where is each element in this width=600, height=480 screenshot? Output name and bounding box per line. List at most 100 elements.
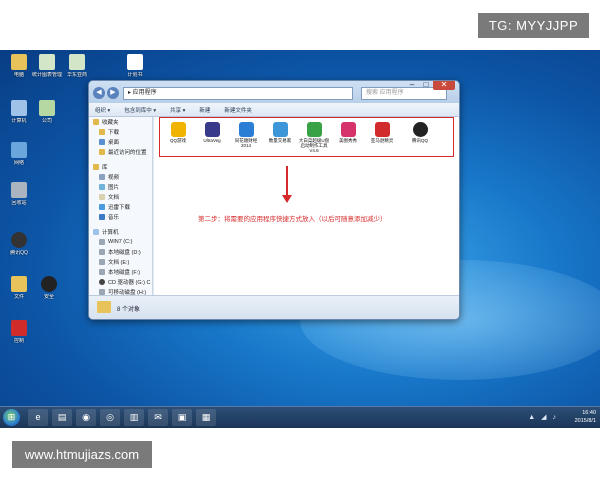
desktop-icon[interactable]: 腾讯QQ [4, 232, 34, 272]
taskbar-app-icon[interactable]: ▣ [172, 409, 192, 426]
desktop-icon[interactable]: 公司 [32, 100, 62, 140]
drive-icon [99, 239, 105, 245]
annotation-arrow [286, 166, 288, 196]
file-item[interactable]: 数量交易家 [264, 122, 296, 143]
nav-item[interactable]: 最近访问的位置 [89, 147, 152, 157]
nav-item[interactable]: 桌面 [89, 137, 152, 147]
document-icon [99, 194, 105, 200]
taskbar: ⊞ e ▤ ◉ ◎ ▥ ✉ ▣ ▦ ▲ ◢ ♪ 16:40 2015/8/1 [0, 406, 600, 428]
download-icon [99, 204, 105, 210]
desktop: 电脑 统计图表管理 华东亚商 计划书 计算机 公司 网络 回收站 腾讯QQ 文件… [0, 50, 600, 428]
nav-item[interactable]: 文档 (E:) [89, 257, 152, 267]
organize-button[interactable]: 组织 ▾ [95, 106, 110, 114]
taskbar-explorer-icon[interactable]: ▤ [52, 409, 72, 426]
desktop-icon[interactable]: 文件 [4, 276, 34, 316]
document-icon [69, 54, 85, 70]
app-icon [272, 122, 288, 137]
app-icon [204, 122, 220, 137]
new-folder-button[interactable]: 新建文件夹 [224, 106, 252, 114]
file-item[interactable]: 腾讯QQ [404, 122, 436, 143]
music-icon [99, 214, 105, 220]
picture-icon [99, 184, 105, 190]
desktop-icon[interactable]: 统计图表管理 [32, 54, 62, 94]
nav-item[interactable]: 本地磁盘 (D:) [89, 247, 152, 257]
nav-item[interactable]: 下载 [89, 127, 152, 137]
maximize-button[interactable]: □ [419, 81, 433, 90]
nav-item[interactable]: WIN7 (C:) [89, 237, 152, 247]
folder-icon [97, 301, 111, 313]
annotation-arrowhead [282, 195, 292, 203]
new-button[interactable]: 新建 [199, 106, 210, 114]
file-item[interactable]: 大白菜超级U盘启动制作工具V4.6 [298, 122, 330, 153]
app-icon [306, 122, 322, 137]
document-icon [127, 54, 143, 70]
watermark-bottom: www.htmujiazs.com [12, 441, 152, 468]
star-icon [93, 119, 99, 125]
nav-item[interactable]: 图片 [89, 182, 152, 192]
system-tray-icons[interactable]: ▲ ◢ ♪ [528, 413, 558, 421]
share-button[interactable]: 共享 ▾ [170, 106, 185, 114]
include-in-library-button[interactable]: 包含到库中 ▾ [124, 106, 156, 114]
command-bar: 组织 ▾ 包含到库中 ▾ 共享 ▾ 新建 新建文件夹 [89, 103, 459, 117]
clock[interactable]: 16:40 2015/8/1 [575, 409, 596, 425]
file-item[interactable]: 美图秀秀 [332, 122, 364, 143]
close-button[interactable]: ✕ [433, 81, 455, 90]
desktop-icon[interactable]: 电脑 [4, 54, 34, 94]
nav-item[interactable]: 视频 [89, 172, 152, 182]
taskbar-firefox-icon[interactable]: ◉ [76, 409, 96, 426]
taskbar-ie-icon[interactable]: e [28, 409, 48, 426]
desktop-icon[interactable]: 安全 [34, 276, 64, 316]
desktop-icon[interactable]: 回收站 [4, 182, 34, 222]
file-list: QQ游戏 UltraVeg 同花顺财经2014 数量交易家 大白菜超级U盘启动制… [154, 117, 459, 301]
desktop-icon[interactable]: 控制 [4, 320, 34, 360]
document-icon [39, 100, 55, 116]
desktop-icon[interactable]: 计算机 [4, 100, 34, 140]
nav-item[interactable]: 迅雷下载 [89, 202, 152, 212]
taskbar-app-icon[interactable]: ▦ [196, 409, 216, 426]
app-icon [11, 320, 27, 336]
title-bar[interactable]: ◀ ▶ ▸ 应用程序 搜索 应用程序 – □ ✕ [89, 81, 459, 103]
status-bar: 8 个对象 [89, 295, 459, 319]
app-icon [374, 122, 390, 137]
app-icon [41, 276, 57, 292]
computer-icon [11, 100, 27, 116]
taskbar-media-icon[interactable]: ◎ [100, 409, 120, 426]
download-icon [99, 129, 105, 135]
nav-item-computer[interactable]: 计算机 [89, 227, 152, 237]
app-icon [340, 122, 356, 137]
minimize-button[interactable]: – [405, 81, 419, 90]
computer-icon [11, 54, 27, 70]
nav-item[interactable]: 文档 [89, 192, 152, 202]
cd-drive-icon [99, 279, 105, 285]
taskbar-app-icon[interactable]: ▥ [124, 409, 144, 426]
address-bar[interactable]: ▸ 应用程序 [123, 87, 353, 100]
library-icon [93, 164, 99, 170]
forward-button[interactable]: ▶ [107, 87, 119, 99]
back-button[interactable]: ◀ [93, 87, 105, 99]
document-icon [39, 54, 55, 70]
nav-item[interactable]: 本地磁盘 (F:) [89, 267, 152, 277]
explorer-window[interactable]: ◀ ▶ ▸ 应用程序 搜索 应用程序 – □ ✕ 组织 ▾ 包含到库中 ▾ 共享… [88, 80, 460, 320]
watermark-top: TG: MYYJJPP [478, 13, 589, 38]
app-icon [238, 122, 254, 137]
nav-item[interactable]: 音乐 [89, 212, 152, 222]
start-button[interactable]: ⊞ [3, 409, 20, 426]
file-item[interactable]: UltraVeg [196, 122, 228, 143]
computer-icon [93, 229, 99, 235]
nav-item[interactable]: CD 驱动器 (G:) C [89, 277, 152, 287]
qq-icon [412, 122, 428, 137]
file-item[interactable]: 亚马逊精灵 [366, 122, 398, 143]
video-icon [99, 174, 105, 180]
qq-icon [11, 232, 27, 248]
file-item[interactable]: QQ游戏 [162, 122, 194, 143]
window-controls: – □ ✕ [405, 81, 455, 90]
desktop-icon[interactable]: 网络 [4, 142, 34, 182]
drive-icon [99, 259, 105, 265]
folder-icon [11, 276, 27, 292]
desktop-icon [99, 139, 105, 145]
recent-icon [99, 149, 105, 155]
nav-item-libraries[interactable]: 库 [89, 162, 152, 172]
taskbar-mail-icon[interactable]: ✉ [148, 409, 168, 426]
nav-item-favorites[interactable]: 收藏夹 [89, 117, 152, 127]
file-item[interactable]: 同花顺财经2014 [230, 122, 262, 148]
